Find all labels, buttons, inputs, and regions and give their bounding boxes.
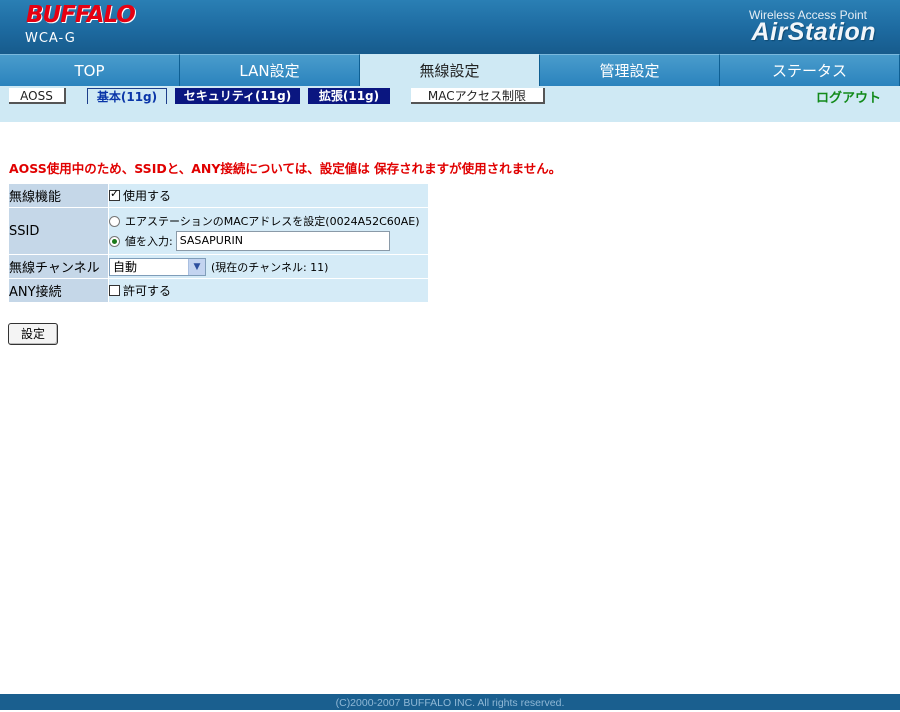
chevron-down-icon[interactable]: ▼: [188, 258, 205, 275]
channel-select-value: 自動: [113, 260, 138, 274]
wireless-basic-settings-table: 無線機能 使用する SSID エアステーションのMACアドレスを設定(0024A…: [8, 183, 429, 303]
main-nav: TOP LAN設定 無線設定 管理設定 ステータス: [0, 54, 900, 86]
sub-nav: AOSS 基本(11g) セキュリティ(11g) 拡張(11g) MACアクセス…: [0, 86, 900, 122]
header-banner: BUFFALO WCA-G Wireless Access Point AirS…: [0, 0, 900, 54]
table-row: 無線チャンネル 自動 ▼ (現在のチャンネル: 11): [8, 254, 429, 279]
aoss-warning-message: AOSS使用中のため、SSIDと、ANY接続については、設定値は 保存されますが…: [9, 161, 562, 176]
table-row: 無線機能 使用する: [8, 183, 429, 208]
wireless-function-label: 無線機能: [8, 183, 109, 208]
ssid-input[interactable]: SASAPURIN: [175, 231, 390, 251]
subtab-basic[interactable]: 基本(11g): [87, 88, 167, 104]
channel-select[interactable]: 自動 ▼: [109, 257, 206, 276]
tab-status[interactable]: ステータス: [720, 54, 900, 86]
current-channel-note: (現在のチャンネル: 11): [211, 260, 329, 274]
brand-logo: BUFFALO: [26, 2, 136, 28]
any-connection-checkbox[interactable]: [109, 285, 120, 296]
wireless-function-checkbox-label[interactable]: 使用する: [123, 187, 171, 204]
subtab-security[interactable]: セキュリティ(11g): [175, 88, 300, 104]
table-row: ANY接続 許可する: [8, 278, 429, 303]
tab-top[interactable]: TOP: [0, 54, 180, 86]
subtab-extended[interactable]: 拡張(11g): [308, 88, 390, 104]
ssid-label: SSID: [8, 207, 109, 255]
model-name: WCA-G: [25, 31, 76, 46]
ssid-value-radio[interactable]: [109, 235, 120, 247]
any-connection-checkbox-label[interactable]: 許可する: [123, 282, 171, 299]
product-name: AirStation: [751, 18, 876, 46]
ssid-value-option-label[interactable]: 値を入力:: [125, 233, 173, 249]
tab-admin-settings[interactable]: 管理設定: [540, 54, 720, 86]
footer-copyright: (C)2000-2007 BUFFALO INC. All rights res…: [0, 694, 900, 710]
submit-settings-button[interactable]: 設定: [8, 323, 58, 345]
ssid-mac-option-label[interactable]: エアステーションのMACアドレスを設定(0024A52C60AE): [125, 213, 420, 229]
logout-link[interactable]: ログアウト: [816, 87, 881, 106]
ssid-mac-radio[interactable]: [109, 215, 120, 227]
wireless-function-checkbox[interactable]: [109, 187, 120, 201]
table-row: SSID エアステーションのMACアドレスを設定(0024A52C60AE) 値…: [8, 207, 429, 255]
subtab-mac-access-restriction[interactable]: MACアクセス制限: [411, 88, 545, 104]
subtab-aoss[interactable]: AOSS: [9, 88, 66, 104]
wireless-channel-label: 無線チャンネル: [8, 254, 109, 279]
any-connection-label: ANY接続: [8, 278, 109, 303]
tab-lan-settings[interactable]: LAN設定: [180, 54, 360, 86]
tab-wireless-settings[interactable]: 無線設定: [360, 54, 540, 86]
